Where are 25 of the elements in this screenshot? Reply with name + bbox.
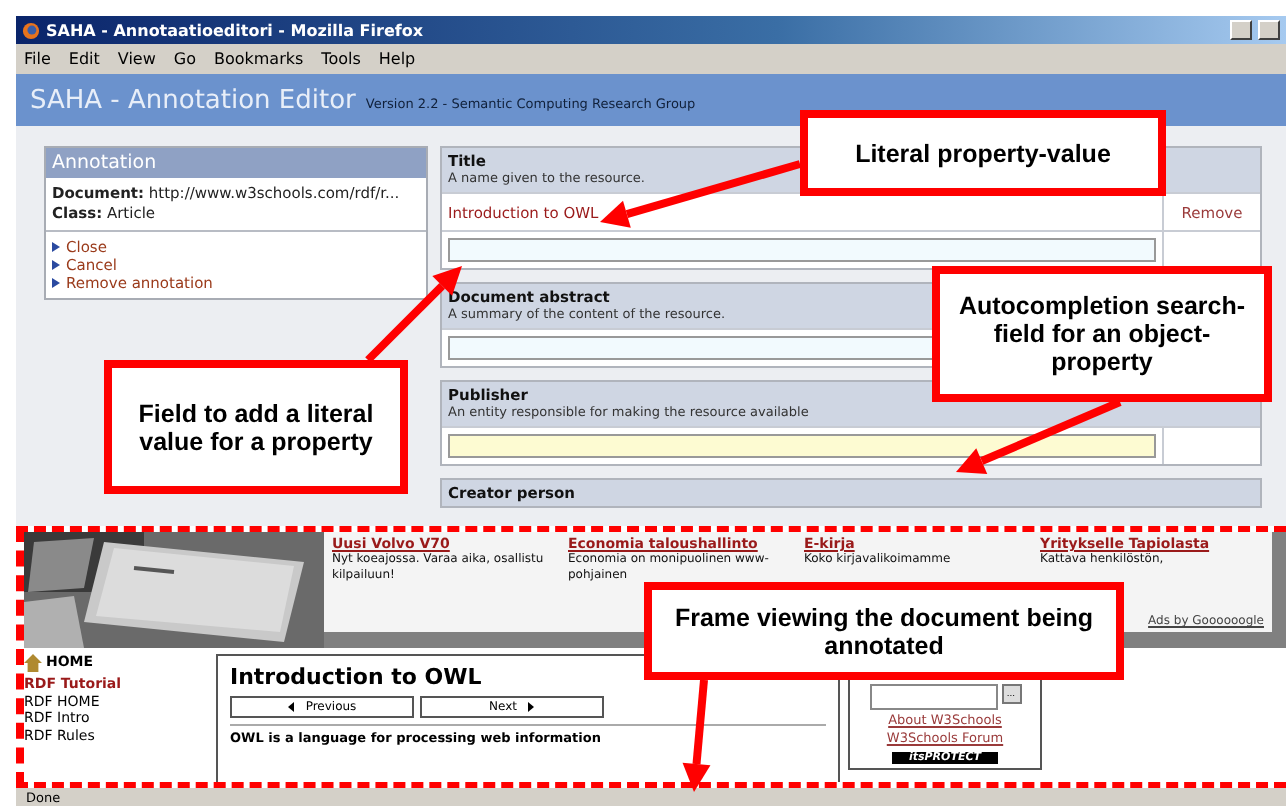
input-field[interactable] xyxy=(448,238,1156,262)
menu-item[interactable]: Bookmarks xyxy=(213,50,304,68)
callout-tooltip: Field to add a literal value for a property xyxy=(104,360,408,494)
right-arrow-icon xyxy=(528,702,535,712)
bullet-icon xyxy=(52,278,60,288)
autocomplete-field[interactable] xyxy=(448,434,1156,458)
search-field[interactable] xyxy=(869,684,997,710)
callout-tooltip: Literal property-value xyxy=(800,110,1166,196)
menu-item[interactable]: Edit xyxy=(68,50,100,68)
menu-item[interactable]: Help xyxy=(378,50,416,68)
window-title: SAHA - Annotaatioeditori - Mozilla Firefox xyxy=(46,21,426,39)
menu-item[interactable]: File xyxy=(24,50,51,68)
menu-item[interactable]: Go xyxy=(173,50,196,68)
browser-icon xyxy=(22,21,40,39)
page-heading: Introduction to OWL xyxy=(230,664,484,690)
callout-tooltip: Autocompletion search-field for an object-property xyxy=(932,266,1272,402)
menu-item[interactable]: Tools xyxy=(321,50,361,68)
bullet-icon xyxy=(52,242,60,252)
panel-title: Annotation xyxy=(46,148,426,178)
bullet-icon xyxy=(52,260,60,270)
app-title: SAHA - Annotation Editor xyxy=(30,85,356,115)
menu-item[interactable]: View xyxy=(117,50,156,68)
callout-tooltip: Frame viewing the document being annotated xyxy=(644,582,1124,680)
home-icon xyxy=(24,654,42,672)
left-arrow-icon xyxy=(287,702,294,712)
